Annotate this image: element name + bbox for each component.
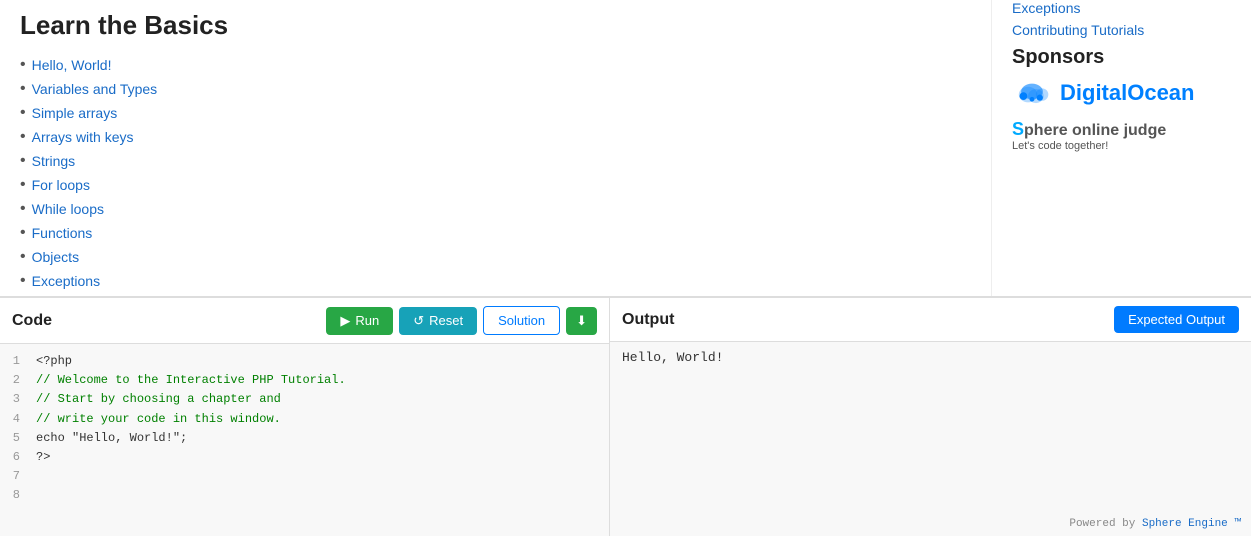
sponsor-block: DigitalOcean Sphere online judge Let's c… [1012, 79, 1231, 152]
tutorial-link[interactable]: Exceptions [32, 273, 100, 289]
play-icon [340, 313, 350, 329]
line-number: 7 [8, 467, 20, 486]
digital-ocean-sponsor: DigitalOcean [1012, 79, 1231, 107]
tutorial-link[interactable]: Arrays with keys [32, 129, 134, 145]
code-title: Code [12, 312, 320, 330]
list-item: Arrays with keys [20, 125, 971, 149]
bottom-panel: Code Run Reset Solution 12345678 <? [0, 296, 1251, 536]
sphere-tagline: Let's code together! [1012, 140, 1108, 152]
list-item: Objects [20, 245, 971, 269]
download-icon [576, 313, 587, 328]
digital-ocean-logo: DigitalOcean [1012, 79, 1194, 107]
expected-output-label: Expected Output [1128, 312, 1225, 327]
contributing-tutorials-link[interactable]: Contributing Tutorials [1012, 22, 1231, 38]
tutorial-link[interactable]: Functions [32, 225, 93, 241]
download-button[interactable] [566, 307, 597, 335]
line-number: 6 [8, 448, 20, 467]
sphere-logo: Sphere online judge Let's code together! [1012, 119, 1166, 152]
sphere-name: Sphere online judge [1012, 119, 1166, 140]
list-item: Variables and Types [20, 77, 971, 101]
code-header: Code Run Reset Solution [0, 298, 609, 344]
tutorial-link[interactable]: Simple arrays [32, 105, 118, 121]
sphere-s: S [1012, 119, 1024, 139]
run-button[interactable]: Run [326, 307, 393, 335]
line-number: 4 [8, 410, 20, 429]
main-content: Learn the Basics Hello, World! Variables … [0, 0, 991, 296]
code-line: // Start by choosing a chapter and [36, 390, 601, 409]
reset-icon [413, 313, 424, 329]
tutorial-link[interactable]: Variables and Types [32, 81, 158, 97]
list-item: Hello, World! [20, 53, 971, 77]
list-item: Strings [20, 149, 971, 173]
exceptions-link[interactable]: Exceptions [1012, 0, 1231, 16]
digital-ocean-icon [1012, 79, 1052, 107]
output-title: Output [622, 311, 1114, 329]
solution-button[interactable]: Solution [483, 306, 560, 335]
code-line: echo "Hello, World!"; [36, 429, 601, 448]
code-lines: <?php// Welcome to the Interactive PHP T… [28, 352, 609, 528]
line-number: 2 [8, 371, 20, 390]
line-numbers: 12345678 [0, 352, 28, 528]
tutorial-list: Hello, World! Variables and Types Simple a… [20, 53, 971, 293]
output-section: Output Expected Output Hello, World! Pow… [610, 298, 1251, 536]
output-area: Hello, World! Powered by Sphere Engine ™ [610, 342, 1251, 536]
powered-by: Powered by Sphere Engine ™ [1069, 518, 1241, 530]
list-item: Exceptions [20, 269, 971, 293]
page-wrapper: Learn the Basics Hello, World! Variables … [0, 0, 1251, 536]
tutorial-link[interactable]: For loops [32, 177, 90, 193]
tutorial-link[interactable]: Objects [32, 249, 79, 265]
output-header: Output Expected Output [610, 298, 1251, 342]
solution-label: Solution [498, 313, 545, 328]
reset-button[interactable]: Reset [399, 307, 477, 335]
code-line: ?> [36, 448, 601, 467]
code-section: Code Run Reset Solution 12345678 <? [0, 298, 610, 536]
sphere-engine-link[interactable]: Sphere Engine ™ [1142, 518, 1241, 530]
list-item: While loops [20, 197, 971, 221]
expected-output-button[interactable]: Expected Output [1114, 306, 1239, 333]
list-item: For loops [20, 173, 971, 197]
list-item: Simple arrays [20, 101, 971, 125]
top-section: Learn the Basics Hello, World! Variables … [0, 0, 1251, 296]
code-line: <?php [36, 352, 601, 371]
code-editor[interactable]: 12345678 <?php// Welcome to the Interact… [0, 344, 609, 536]
line-number: 1 [8, 352, 20, 371]
code-line: // write your code in this window. [36, 410, 601, 429]
sidebar: Exceptions Contributing Tutorials Sponso… [991, 0, 1251, 296]
tutorial-link[interactable]: Strings [32, 153, 76, 169]
line-number: 8 [8, 486, 20, 505]
line-number: 5 [8, 429, 20, 448]
sponsors-title: Sponsors [1012, 46, 1231, 69]
tutorial-link[interactable]: Hello, World! [32, 57, 112, 73]
code-line: // Welcome to the Interactive PHP Tutori… [36, 371, 601, 390]
powered-by-text: Powered by [1069, 518, 1142, 530]
page-title: Learn the Basics [20, 10, 971, 41]
digital-ocean-name: DigitalOcean [1060, 80, 1194, 106]
tutorial-link[interactable]: While loops [32, 201, 104, 217]
output-text: Hello, World! [622, 350, 1239, 365]
line-number: 3 [8, 390, 20, 409]
list-item: Functions [20, 221, 971, 245]
reset-label: Reset [429, 313, 463, 328]
sphere-rest: phere online judge [1024, 122, 1166, 139]
sphere-sponsor: Sphere online judge Let's code together! [1012, 119, 1231, 152]
run-label: Run [355, 313, 379, 328]
